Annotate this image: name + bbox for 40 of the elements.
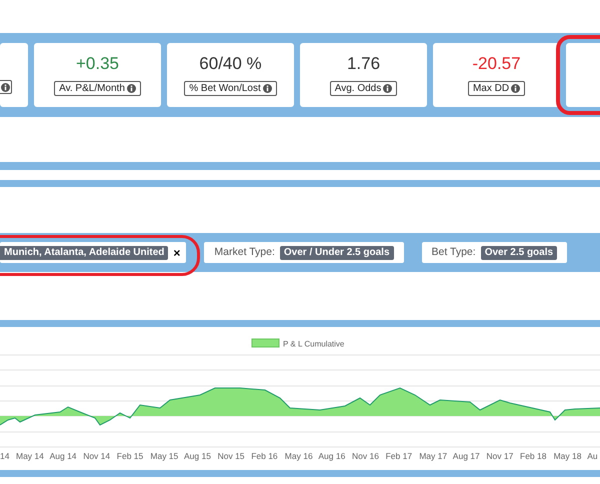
- axis-label: 14: [0, 451, 10, 461]
- axis-label: Aug 14: [50, 451, 77, 461]
- axis-label: Nov 15: [218, 451, 245, 461]
- axis-label: May 17: [419, 451, 448, 461]
- axis-label: Feb 18: [520, 451, 546, 461]
- label-text: Avg. Odds: [334, 82, 382, 96]
- info-icon: [511, 84, 520, 93]
- axis-label: Feb 16: [251, 451, 278, 461]
- axis-label: May 18: [554, 451, 582, 461]
- stat-value: -20.57: [472, 54, 521, 74]
- filter-value: Munich, Atalanta, Adelaide United: [0, 246, 168, 260]
- axis-label: Aug 16: [318, 451, 346, 461]
- legend-swatch: [252, 338, 280, 348]
- info-icon: [262, 84, 272, 93]
- stat-value: 60/40 %: [199, 54, 262, 74]
- axis-label: Aug 17: [452, 451, 480, 461]
- label-text: Max DD: [472, 82, 510, 96]
- legend-label: P & L Cumulative: [283, 340, 344, 348]
- axis-label: Nov 16: [352, 451, 379, 461]
- axis-label: Au: [587, 451, 598, 461]
- filter-value: Over 2.5 goals: [480, 246, 558, 260]
- stat-card: [566, 43, 600, 107]
- axis-label: Nov 17: [486, 451, 514, 461]
- filter-value: Over / Under 2.5 goals: [280, 246, 394, 260]
- axis-label: May 15: [150, 451, 178, 461]
- filter-label: Market Type:: [214, 244, 275, 260]
- stat-value: 1.76: [346, 54, 380, 74]
- axis-label: Feb 17: [386, 451, 412, 461]
- axis-label: May 16: [284, 451, 313, 461]
- filter-label: Bet Type:: [432, 244, 476, 260]
- axis-label: Aug 15: [184, 451, 211, 461]
- remove-button[interactable]: ×: [173, 246, 180, 258]
- axis-label: May 14: [16, 451, 44, 461]
- info-icon: [383, 84, 392, 93]
- stat-value: +0.35: [76, 54, 119, 74]
- axis-label: Nov 14: [83, 451, 110, 461]
- label-text: % Bet Won/Lost: [189, 82, 261, 96]
- label-text: Av. P&L/Month: [59, 82, 125, 96]
- axis-label: Feb 15: [116, 451, 144, 461]
- info-icon: [126, 84, 136, 93]
